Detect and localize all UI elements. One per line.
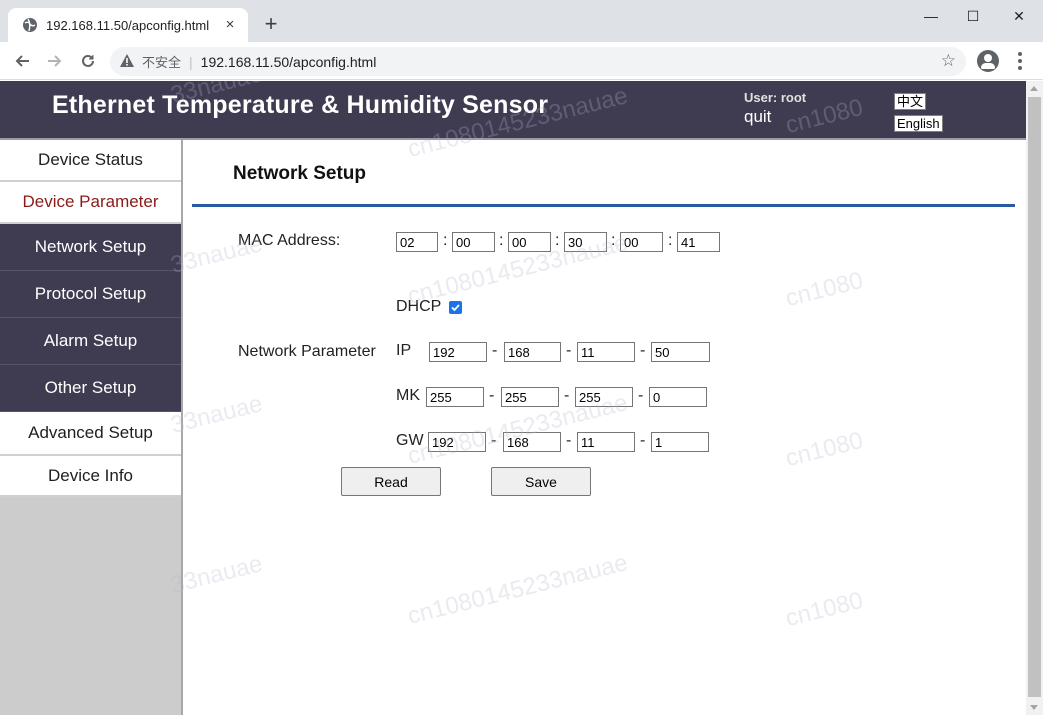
ip-separator: - xyxy=(566,342,572,359)
scroll-up-arrow-icon[interactable] xyxy=(1030,86,1038,91)
gateway-separator: - xyxy=(491,432,497,449)
gateway-separator: - xyxy=(566,432,572,449)
mac-field-1[interactable] xyxy=(396,232,438,252)
reload-icon[interactable] xyxy=(76,49,100,73)
sidebar-item-network-setup[interactable]: Network Setup xyxy=(0,224,181,271)
tab-close-icon[interactable]: × xyxy=(222,17,238,33)
main-content: Network Setup MAC Address: : : : : : DHC… xyxy=(192,140,1026,715)
globe-icon xyxy=(22,17,38,33)
gateway-field-1[interactable] xyxy=(428,432,486,452)
mask-separator: - xyxy=(489,387,495,404)
sidebar-item-device-info[interactable]: Device Info xyxy=(0,456,181,497)
browser-toolbar: 不安全 | 192.168.11.50/apconfig.html ☆ xyxy=(0,42,1043,80)
ip-field-1[interactable] xyxy=(429,342,487,362)
save-button[interactable]: Save xyxy=(491,467,591,496)
mask-field-4[interactable] xyxy=(649,387,707,407)
browser-menu-icon[interactable] xyxy=(1012,51,1028,71)
mask-separator: - xyxy=(638,387,644,404)
gateway-field-4[interactable] xyxy=(651,432,709,452)
sidebar-item-protocol-setup[interactable]: Protocol Setup xyxy=(0,271,181,318)
security-label[interactable]: 不安全 xyxy=(142,52,181,71)
mac-separator: : xyxy=(668,232,673,249)
checkmark-icon xyxy=(451,304,460,312)
read-button[interactable]: Read xyxy=(341,467,441,496)
sidebar: Device Status Device Parameter Network S… xyxy=(0,140,183,715)
language-english-button[interactable]: English xyxy=(894,115,943,132)
sidebar-item-alarm-setup[interactable]: Alarm Setup xyxy=(0,318,181,365)
gateway-separator: - xyxy=(640,432,646,449)
mask-field-3[interactable] xyxy=(575,387,633,407)
ip-separator: - xyxy=(492,342,498,359)
scroll-down-arrow-icon[interactable] xyxy=(1030,705,1038,710)
mask-separator: - xyxy=(564,387,570,404)
sidebar-item-other-setup[interactable]: Other Setup xyxy=(0,365,181,412)
address-divider: | xyxy=(189,53,193,70)
address-bar[interactable]: 不安全 | 192.168.11.50/apconfig.html ☆ xyxy=(110,47,966,76)
browser-tab-strip: 192.168.11.50/apconfig.html × + — ☐ ✕ xyxy=(0,0,1043,42)
gateway-label: GW xyxy=(396,432,424,449)
gateway-field-2[interactable] xyxy=(503,432,561,452)
quit-link[interactable]: quit xyxy=(744,107,771,127)
dhcp-label: DHCP xyxy=(396,298,442,315)
network-parameter-label: Network Parameter xyxy=(238,343,376,360)
scroll-thumb[interactable] xyxy=(1028,97,1041,697)
mac-separator: : xyxy=(611,232,616,249)
page-viewport: Ethernet Temperature & Humidity Sensor U… xyxy=(0,81,1026,715)
dhcp-checkbox[interactable] xyxy=(449,301,462,314)
page-title: Network Setup xyxy=(233,163,367,184)
title-divider xyxy=(192,204,1015,207)
tab-title: 192.168.11.50/apconfig.html xyxy=(46,17,210,33)
mac-field-6[interactable] xyxy=(677,232,720,252)
sidebar-item-device-status[interactable]: Device Status xyxy=(0,140,181,182)
mac-separator: : xyxy=(443,232,448,249)
language-chinese-button[interactable]: 中文 xyxy=(894,93,927,110)
ip-field-2[interactable] xyxy=(504,342,561,362)
mac-field-5[interactable] xyxy=(620,232,663,252)
new-tab-button[interactable]: + xyxy=(260,13,282,35)
browser-tab[interactable]: 192.168.11.50/apconfig.html × xyxy=(8,8,248,42)
mac-field-2[interactable] xyxy=(452,232,495,252)
site-title: Ethernet Temperature & Humidity Sensor xyxy=(52,91,549,119)
ip-field-3[interactable] xyxy=(577,342,635,362)
user-label: User: root xyxy=(744,90,807,105)
bookmark-star-icon[interactable]: ☆ xyxy=(941,51,956,71)
url-text[interactable]: 192.168.11.50/apconfig.html xyxy=(201,54,377,70)
mac-separator: : xyxy=(499,232,504,249)
mask-label: MK xyxy=(396,387,420,404)
sidebar-item-advanced-setup[interactable]: Advanced Setup xyxy=(0,412,181,456)
sidebar-item-device-parameter[interactable]: Device Parameter xyxy=(0,182,181,224)
mac-field-3[interactable] xyxy=(508,232,551,252)
page-header: Ethernet Temperature & Humidity Sensor U… xyxy=(0,81,1026,140)
mask-field-2[interactable] xyxy=(501,387,559,407)
minimize-button[interactable]: — xyxy=(908,4,954,28)
forward-arrow-icon[interactable] xyxy=(43,49,67,73)
mac-address-label: MAC Address: xyxy=(238,232,341,249)
gateway-field-3[interactable] xyxy=(577,432,635,452)
profile-avatar-icon[interactable] xyxy=(977,50,999,72)
close-window-button[interactable]: ✕ xyxy=(996,4,1042,28)
mask-field-1[interactable] xyxy=(426,387,484,407)
warning-triangle-icon xyxy=(120,53,134,70)
page-scrollbar[interactable] xyxy=(1026,81,1043,715)
back-arrow-icon[interactable] xyxy=(10,49,34,73)
mac-field-4[interactable] xyxy=(564,232,607,252)
maximize-button[interactable]: ☐ xyxy=(950,4,996,28)
ip-label: IP xyxy=(396,342,412,359)
ip-field-4[interactable] xyxy=(651,342,710,362)
mac-separator: : xyxy=(555,232,560,249)
ip-separator: - xyxy=(640,342,646,359)
